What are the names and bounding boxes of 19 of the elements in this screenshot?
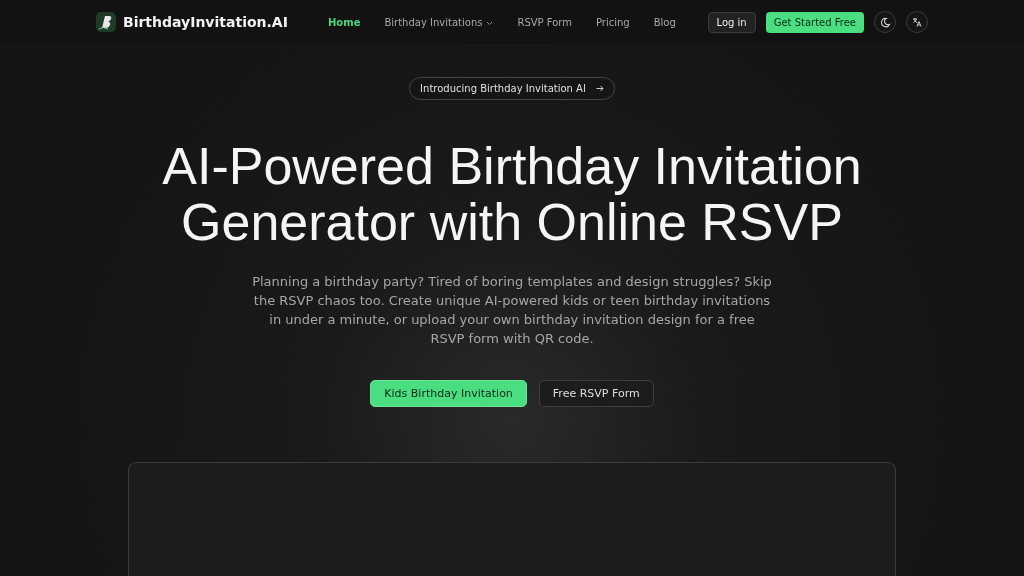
get-started-button[interactable]: Get Started Free [765,11,864,33]
nav-link[interactable]: RSVP Form [517,16,572,28]
hero-description: Planning a birthday party? Tired of boring templates and design struggles? Skip the RSVP chaos too. Create unique AI-powered kids or teen birthday invitations in under a minute, or upload your own birthday invitation design for a free RSVP form with QR code. [252,273,772,348]
logo-icon[interactable] [96,12,116,32]
nav-link[interactable]: Pricing [596,16,630,28]
dark-mode-icon[interactable] [874,11,896,33]
kids-invitation-button[interactable]: Kids Birthday Invitation [370,380,527,407]
translate-icon[interactable] [906,11,928,33]
nav-link[interactable]: Home [328,16,361,28]
arrow-right-icon [595,85,604,92]
logo-text[interactable]: BirthdayInvitation.AI [123,14,288,30]
login-button[interactable]: Log in [707,11,756,33]
hero-title: Generator with Online RSVP [180,194,844,250]
hero-title: AI-Powered Birthday Invitation [161,138,863,194]
nav-link[interactable]: Blog [653,16,676,28]
announcement-badge[interactable]: Introducing Birthday Invitation AI [409,77,615,100]
chevron-down-icon [486,20,494,26]
rsvp-form-button[interactable]: Free RSVP Form [538,380,654,407]
nav-link[interactable]: Birthday Invitations [384,16,494,28]
